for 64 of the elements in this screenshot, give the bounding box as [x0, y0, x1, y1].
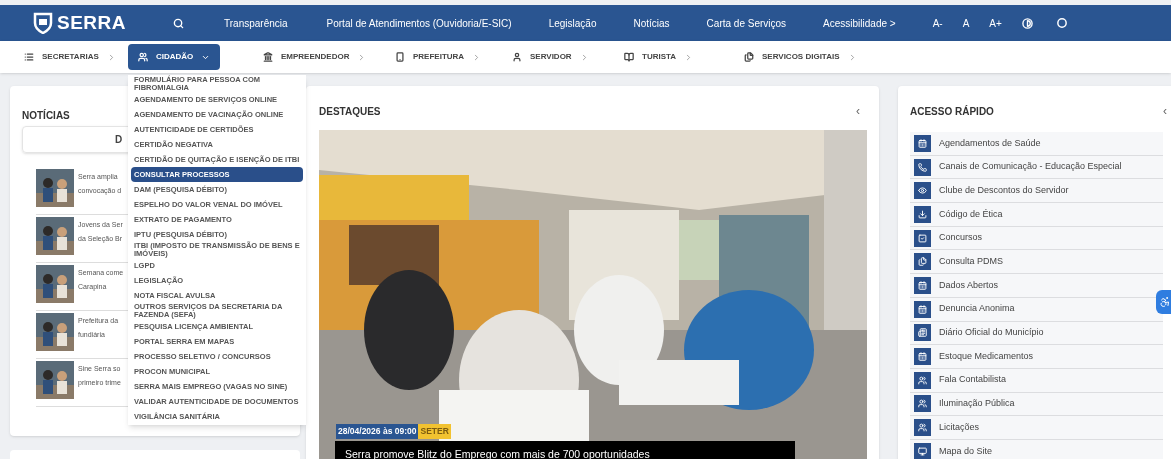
font-size-button[interactable]: A-: [932, 15, 943, 31]
phone-icon: [395, 52, 405, 62]
list-icon: [24, 52, 34, 62]
calendar-icon: [914, 276, 931, 294]
download-icon: [914, 205, 931, 223]
user-icon: [512, 52, 522, 62]
nav-tab[interactable]: PREFEITURA: [385, 44, 492, 70]
nav-tab[interactable]: SERVICOS DIGITAIS: [734, 44, 867, 70]
users-icon: [138, 52, 148, 62]
calendar-icon: [914, 134, 931, 152]
quick-link[interactable]: Agendamentos de Saúde: [910, 132, 1163, 156]
header-link[interactable]: Legislação: [548, 15, 597, 31]
quick-link[interactable]: Licitações: [910, 416, 1163, 440]
card-title: DESTAQUES: [319, 104, 381, 119]
quick-link[interactable]: Código de Ética: [910, 203, 1163, 227]
search-icon[interactable]: [173, 17, 184, 29]
monitor-icon: [914, 442, 931, 459]
quick-link[interactable]: Estoque Medicamentos: [910, 345, 1163, 369]
nav-tab[interactable]: SERVIDOR: [502, 44, 599, 70]
nav-tab[interactable]: CIDADÃO: [128, 44, 221, 70]
users-icon: [914, 395, 931, 413]
files-icon: [744, 52, 754, 62]
collapse-button[interactable]: ‹: [856, 102, 860, 120]
collapse-button[interactable]: ‹: [1163, 102, 1167, 120]
newspaper-icon: [914, 324, 931, 342]
checkbox-icon: [914, 229, 931, 247]
font-size-button[interactable]: A+: [989, 15, 1002, 31]
header-link[interactable]: Notícias: [633, 15, 670, 31]
header-link[interactable]: Carta de Serviços: [706, 15, 787, 31]
users-icon: [914, 371, 931, 389]
card-title: ACESSO RÁPIDO: [910, 104, 994, 119]
quick-link[interactable]: Consulta PDMS: [910, 250, 1163, 275]
accessibility-icon: [1159, 296, 1171, 308]
circle-icon[interactable]: [1056, 18, 1067, 28]
quick-link[interactable]: Diário Oficial do Município: [910, 321, 1163, 346]
header-link[interactable]: Transparência: [224, 15, 288, 31]
nav-tab[interactable]: EMPREENDEDOR: [253, 44, 377, 70]
quick-link[interactable]: Iluminação Pública: [910, 392, 1163, 417]
bank-icon: [263, 52, 273, 62]
shield-logo-icon: [33, 12, 53, 34]
header-link[interactable]: Portal de Atendimentos (Ouvidoria/E-SIC): [326, 15, 512, 31]
eye-icon: [914, 182, 931, 200]
quick-link[interactable]: Clube de Descontos do Servidor: [910, 179, 1163, 204]
calendar-icon: [914, 300, 931, 318]
contrast-icon[interactable]: [1021, 17, 1033, 29]
font-size-button[interactable]: A: [962, 15, 970, 31]
quick-link[interactable]: Concursos: [910, 226, 1163, 251]
date-badge: 28/04/2026 às 09:00: [336, 424, 419, 439]
quick-link[interactable]: Denuncia Anonima: [910, 297, 1163, 322]
logo-text: SERRA: [57, 10, 126, 35]
nav-tab[interactable]: SECRETARIAS: [14, 44, 126, 70]
files-icon: [914, 253, 931, 271]
nav-tab[interactable]: TURISTA: [614, 44, 704, 70]
header-link[interactable]: Acessibilidade >: [823, 15, 896, 31]
card-title: NOTÍCIAS: [22, 110, 70, 121]
calendar-icon: [914, 348, 931, 366]
quick-link[interactable]: Dados Abertos: [910, 274, 1163, 298]
phone-icon: [914, 158, 931, 176]
accessibility-button[interactable]: [1156, 290, 1171, 314]
tag-badge: SETER: [418, 424, 451, 439]
quick-link[interactable]: Canais de Comunicação - Educação Especial: [910, 155, 1163, 180]
book-icon: [624, 52, 634, 62]
quick-link[interactable]: Fala Contabilista: [910, 368, 1163, 393]
users-icon: [914, 419, 931, 437]
